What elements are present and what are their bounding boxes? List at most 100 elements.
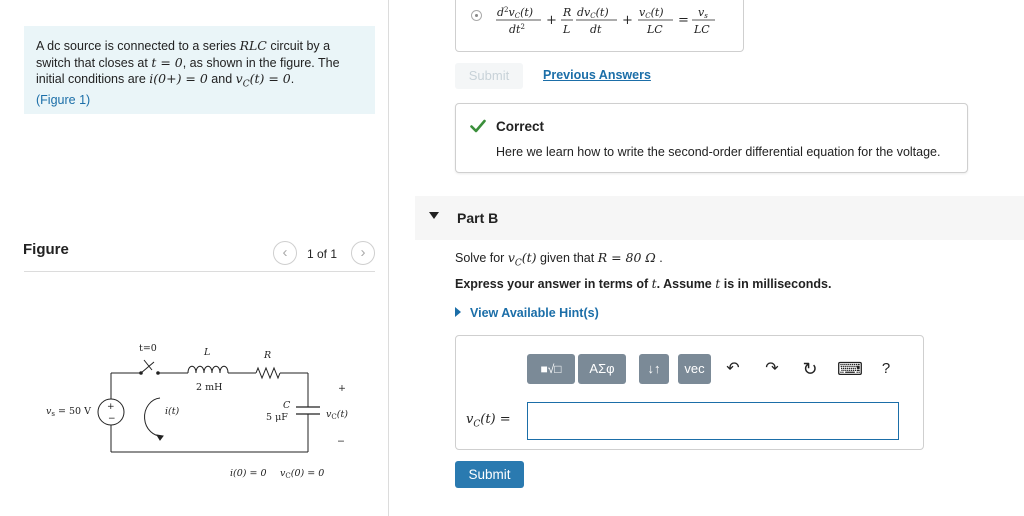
capacitor-label: C (283, 400, 291, 411)
svg-text:vC(t): vC(t) (639, 6, 664, 20)
part-b-title: Part B (457, 210, 499, 226)
part-b-header[interactable]: Part B (415, 196, 1024, 240)
feedback-title: Correct (496, 119, 545, 134)
intro-text: , as shown in the figure. The (182, 55, 340, 70)
answer-input[interactable] (527, 402, 899, 440)
instruction-text: . Assume (656, 277, 716, 291)
question-math-r: R = 80 Ω (597, 250, 656, 265)
collapse-caret-icon[interactable] (429, 212, 439, 219)
greek-symbols-button[interactable]: ΑΣφ (578, 354, 626, 384)
inductor-value: 2 mH (196, 382, 222, 393)
dc-source-icon: + − (97, 398, 125, 426)
figure-divider (24, 271, 375, 272)
question-math-vc-post: (t) (521, 250, 537, 265)
hint-link-label: View Available Hint(s) (470, 306, 599, 320)
submit-button-disabled: Submit (455, 63, 523, 89)
redo-icon[interactable]: ↷ (761, 358, 783, 380)
instruction-text: is in milliseconds. (720, 277, 832, 291)
previous-answer-choice: d2vC(t) dt2 + R L dvC(t) dt + vC(t) LC =… (455, 0, 744, 52)
answer-label: vC(t) = (466, 411, 511, 430)
svg-text:d2vC(t): d2vC(t) (497, 6, 533, 20)
intro-text: and (207, 72, 236, 86)
subscript-superscript-button[interactable]: ↓↑ (639, 354, 669, 384)
figure-heading: Figure (23, 241, 69, 258)
intro-math-vc-post: (t) = 0 (249, 71, 291, 86)
question-math-vc: v (507, 250, 515, 265)
view-hints-link[interactable]: View Available Hint(s) (455, 306, 599, 320)
previous-figure-button[interactable]: ‹ (273, 241, 297, 265)
intro-math-i0: i(0+) = 0 (149, 71, 208, 86)
inductor-label: L (203, 347, 210, 358)
feedback-correct: Correct Here we learn how to write the s… (455, 103, 968, 173)
instruction-text: Express your answer in terms of (455, 277, 652, 291)
svg-text:dvC(t): dvC(t) (577, 6, 609, 20)
help-icon[interactable]: ? (875, 358, 897, 380)
capacitor-icon (296, 406, 320, 415)
vc-minus-sign: − (337, 436, 345, 447)
intro-text: initial conditions are (36, 72, 150, 86)
resistor-label: R (263, 350, 271, 361)
question-text: given that (536, 251, 598, 265)
answer-label-post: (t) = (480, 412, 511, 427)
svg-text:dt2: dt2 (509, 23, 525, 36)
intro-math-vc: v (235, 71, 243, 86)
svg-text:−: − (108, 414, 116, 424)
switch-label: t=0 (139, 343, 157, 354)
feedback-message: Here we learn how to write the second-or… (496, 145, 941, 159)
initial-voltage-label: vC(0) = 0 (280, 468, 324, 480)
vc-label: vC(t) (326, 409, 348, 421)
problem-intro: A dc source is connected to a series RLC… (24, 26, 375, 114)
initial-current-label: i(0) = 0 (230, 468, 267, 479)
column-divider (388, 0, 389, 516)
next-figure-button[interactable]: › (351, 241, 375, 265)
undo-icon[interactable]: ↶ (722, 358, 744, 380)
svg-text:L: L (562, 23, 570, 36)
intro-text: switch that closes at (36, 55, 152, 70)
answer-area: ■√□ ΑΣφ ↓↑ vec ↶ ↷ ↻ ⌨ ? vC(t) = (455, 335, 924, 450)
answer-radio-button[interactable] (471, 10, 482, 21)
svg-text:+: + (107, 402, 115, 412)
intro-math-t0: t = 0 (151, 54, 183, 70)
reset-icon[interactable]: ↻ (799, 358, 821, 380)
svg-text:vs: vs (698, 6, 708, 20)
intro-line-2: switch that closes at t = 0, as shown in… (36, 55, 363, 72)
intro-math-rlc: RLC (239, 38, 267, 53)
question-text: . (655, 251, 663, 265)
inductor-icon (187, 365, 229, 374)
vector-button[interactable]: vec (678, 354, 711, 384)
intro-text: circuit by a (266, 39, 331, 53)
answer-instructions: Express your answer in terms of t. Assum… (455, 276, 831, 291)
part-b-question: Solve for vC(t) given that R = 80 Ω . (455, 250, 663, 269)
previous-answers-link[interactable]: Previous Answers (543, 68, 651, 82)
svg-text:+: + (622, 13, 633, 28)
rlc-circuit-diagram: + − t=0 L 2 mH R C 5 μF vs = 50 V i(t) v… (46, 343, 348, 480)
question-math-vc-sub: C (514, 258, 522, 269)
svg-text:+: + (546, 13, 557, 28)
intro-math-vc-sub: C (242, 79, 250, 90)
intro-line-3: initial conditions are i(0+) = 0 and vC(… (36, 71, 363, 93)
keyboard-icon[interactable]: ⌨ (837, 358, 863, 380)
vc-plus-sign: + (338, 383, 346, 394)
expand-caret-icon (455, 307, 461, 317)
source-label: vs = 50 V (46, 406, 91, 418)
figure-counter: 1 of 1 (307, 247, 338, 261)
intro-text: A dc source is connected to a series (36, 39, 240, 53)
templates-button[interactable]: ■√□ (527, 354, 575, 384)
submit-button[interactable]: Submit (455, 461, 524, 488)
svg-text:LC: LC (693, 23, 710, 36)
current-arrow-icon (144, 397, 164, 437)
figure-link[interactable]: (Figure 1) (36, 93, 90, 107)
differential-equation: d2vC(t) dt2 + R L dvC(t) dt + vC(t) LC =… (496, 6, 715, 36)
capacitor-value: 5 μF (266, 412, 288, 423)
svg-text:LC: LC (646, 23, 663, 36)
resistor-icon (255, 366, 281, 380)
intro-text: . (290, 72, 295, 86)
svg-text:dt: dt (590, 23, 602, 36)
intro-line-1: A dc source is connected to a series RLC… (36, 38, 363, 55)
current-label: i(t) (165, 406, 180, 417)
switch-icon (139, 359, 160, 375)
question-text: Solve for (455, 251, 508, 265)
checkmark-icon (470, 119, 486, 133)
svg-text:R: R (562, 6, 571, 19)
svg-text:=: = (678, 13, 689, 28)
